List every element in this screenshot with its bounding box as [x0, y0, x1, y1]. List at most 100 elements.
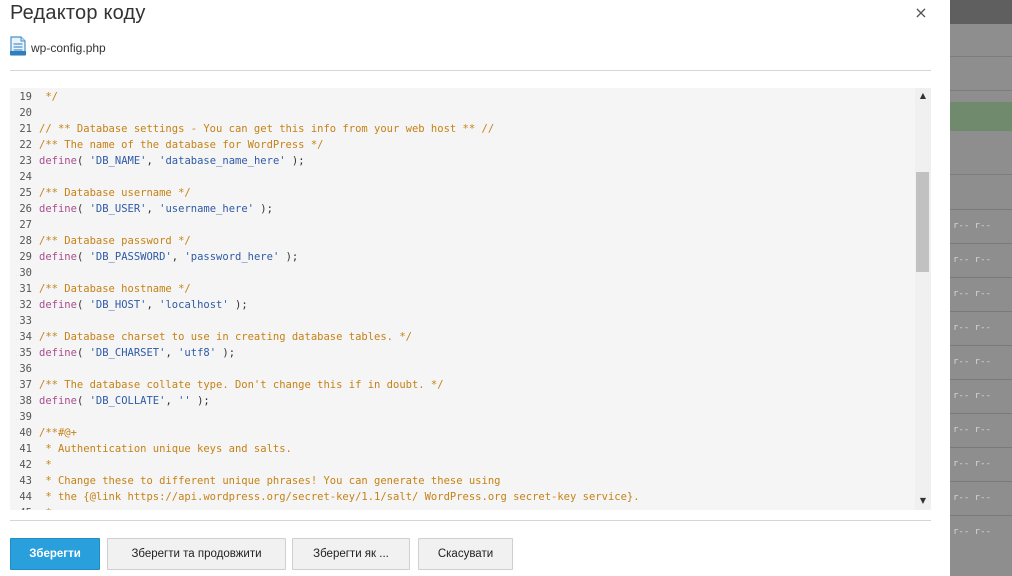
line-number: 24: [19, 171, 32, 183]
backdrop-row-permissions: r-- r--: [953, 425, 991, 435]
line-text: /** Database hostname */: [39, 281, 191, 297]
code-token: '': [178, 395, 191, 407]
save-button[interactable]: Зберегти: [10, 538, 100, 570]
backdrop-divider: [950, 56, 1012, 57]
code-line[interactable]: 30: [10, 265, 915, 281]
cancel-button[interactable]: Скасувати: [418, 538, 513, 570]
line-number: 40: [19, 427, 32, 439]
code-token: (: [76, 395, 90, 407]
vertical-scrollbar[interactable]: ▲ ▼: [915, 88, 931, 510]
backdrop-row: r-- r--: [950, 447, 1012, 481]
line-text: * Authentication unique keys and salts.: [39, 441, 292, 457]
code-area[interactable]: 19 */ 20 21 // ** Database settings - You c…: [10, 89, 915, 510]
dialog-title: Редактор коду: [10, 2, 146, 24]
code-line[interactable]: 19 */: [10, 89, 915, 105]
line-number: 30: [19, 267, 32, 279]
line-number: 25: [19, 187, 32, 199]
code-token: (: [76, 299, 90, 311]
code-line[interactable]: 21 // ** Database settings - You can get …: [10, 121, 915, 137]
code-token: /** The database collate type. Don't cha…: [39, 379, 444, 391]
line-number: 35: [19, 347, 32, 359]
backdrop-row: r-- r--: [950, 345, 1012, 379]
backdrop-row-permissions: r-- r--: [953, 357, 991, 367]
code-token: 'DB_PASSWORD': [89, 251, 172, 263]
code-token: );: [253, 203, 273, 215]
code-line[interactable]: 35 define( 'DB_CHARSET', 'utf8' );: [10, 345, 915, 361]
backdrop-row-permissions: r-- r--: [953, 221, 991, 231]
line-number: 26: [19, 203, 32, 215]
line-text: // ** Database settings - You can get th…: [39, 121, 494, 137]
backdrop-row: r-- r--: [950, 481, 1012, 515]
backdrop-row: r-- r--: [950, 515, 1012, 549]
code-token: ,: [146, 203, 160, 215]
code-token: );: [216, 347, 236, 359]
code-line[interactable]: 20: [10, 105, 915, 121]
line-number: 41: [19, 443, 32, 455]
line-text: /** The name of the database for WordPre…: [39, 137, 323, 153]
code-line[interactable]: 24: [10, 169, 915, 185]
code-token: define: [39, 299, 77, 311]
code-token: 'DB_COLLATE': [89, 395, 166, 407]
code-token: 'password_here': [184, 251, 280, 263]
line-number: 33: [19, 315, 32, 327]
line-number: 44: [19, 491, 32, 503]
code-line[interactable]: 42 *: [10, 457, 915, 473]
scrollbar-thumb[interactable]: [916, 172, 929, 272]
code-token: 'DB_CHARSET': [89, 347, 166, 359]
code-token: * Change these to different unique phras…: [39, 475, 501, 487]
backdrop-row-permissions: r-- r--: [953, 459, 991, 469]
code-token: ,: [165, 395, 179, 407]
line-text: /** Database password */: [39, 233, 191, 249]
code-line[interactable]: 31 /** Database hostname */: [10, 281, 915, 297]
line-number: 31: [19, 283, 32, 295]
save-and-continue-button[interactable]: Зберегти та продовжити: [107, 538, 286, 570]
backdrop-row: r-- r--: [950, 379, 1012, 413]
code-editor[interactable]: 19 */ 20 21 // ** Database settings - You c…: [10, 88, 931, 510]
code-line[interactable]: 45 *: [10, 505, 915, 510]
backdrop-row-permissions: r-- r--: [953, 391, 991, 401]
code-token: (: [76, 251, 90, 263]
code-line[interactable]: 38 define( 'DB_COLLATE', '' );: [10, 393, 915, 409]
line-text: define( 'DB_HOST', 'localhost' );: [39, 297, 248, 313]
code-token: 'DB_USER': [89, 203, 147, 215]
code-line[interactable]: 37 /** The database collate type. Don't c…: [10, 377, 915, 393]
backdrop-row-permissions: r-- r--: [953, 289, 991, 299]
code-line[interactable]: 23 define( 'DB_NAME', 'database_name_here…: [10, 153, 915, 169]
code-line[interactable]: 33: [10, 313, 915, 329]
line-number: 43: [19, 475, 32, 487]
line-number: 45: [10, 505, 32, 510]
scroll-up-icon[interactable]: ▲: [915, 89, 931, 103]
backdrop-row-permissions: r-- r--: [953, 493, 991, 503]
backdrop-highlight: [950, 102, 1012, 131]
backdrop-row-permissions: r-- r--: [953, 255, 991, 265]
line-number: 28: [19, 235, 32, 247]
code-token: 'DB_NAME': [89, 155, 147, 167]
code-line[interactable]: 44 * the {@link https://api.wordpress.or…: [10, 489, 915, 505]
code-line[interactable]: 34 /** Database charset to use in creatin…: [10, 329, 915, 345]
code-token: * the {@link https://api.wordpress.org/s…: [39, 491, 640, 503]
code-token: *: [39, 459, 52, 471]
code-line[interactable]: 27: [10, 217, 915, 233]
save-as-button[interactable]: Зберегти як ...: [292, 538, 410, 570]
code-line[interactable]: 22 /** The name of the database for WordP…: [10, 137, 915, 153]
code-line[interactable]: 40 /**#@+: [10, 425, 915, 441]
page-backdrop: r-- r-- r-- r-- r-- r-- r-- r-- r-- r-- r-- r…: [950, 0, 1012, 576]
backdrop-divider: [950, 90, 1012, 91]
code-token: ,: [171, 251, 185, 263]
code-line[interactable]: 41 * Authentication unique keys and salt…: [10, 441, 915, 457]
code-line[interactable]: 36: [10, 361, 915, 377]
code-token: 'database_name_here': [159, 155, 286, 167]
code-token: /** Database username */: [39, 187, 191, 199]
code-line[interactable]: 25 /** Database username */: [10, 185, 915, 201]
line-number: 34: [19, 331, 32, 343]
scroll-down-icon[interactable]: ▼: [915, 494, 931, 508]
code-line[interactable]: 29 define( 'DB_PASSWORD', 'password_here'…: [10, 249, 915, 265]
code-token: 'localhost': [159, 299, 229, 311]
code-line[interactable]: 43 * Change these to different unique ph…: [10, 473, 915, 489]
close-icon[interactable]: ×: [912, 4, 930, 22]
code-line[interactable]: 32 define( 'DB_HOST', 'localhost' );: [10, 297, 915, 313]
code-token: /** Database charset to use in creating …: [39, 331, 412, 343]
code-line[interactable]: 28 /** Database password */: [10, 233, 915, 249]
code-line[interactable]: 26 define( 'DB_USER', 'username_here' );: [10, 201, 915, 217]
code-line[interactable]: 39: [10, 409, 915, 425]
